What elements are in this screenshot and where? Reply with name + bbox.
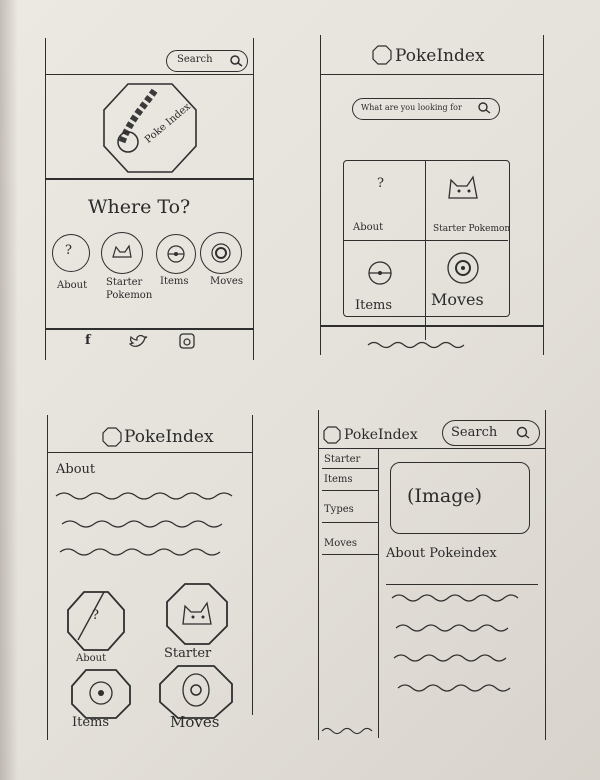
w1-nav-moves[interactable] bbox=[200, 232, 242, 274]
w4-about-heading: About Pokeindex bbox=[386, 546, 497, 561]
search-icon bbox=[478, 102, 491, 114]
pokeball-icon bbox=[182, 673, 210, 707]
w2-search-input[interactable]: What are you looking for bbox=[352, 98, 500, 120]
instagram-icon[interactable] bbox=[178, 332, 196, 350]
pokemon-icon bbox=[182, 601, 212, 625]
w2-footer-line bbox=[320, 325, 543, 327]
w2-footer-squiggle bbox=[367, 341, 465, 349]
w1-nav-label-about: About bbox=[57, 280, 88, 291]
w3-tile-items[interactable] bbox=[70, 668, 132, 720]
search-icon bbox=[516, 426, 530, 439]
w2-tile-label-items: Items bbox=[355, 298, 393, 313]
w3-tile-label-starter: Starter bbox=[164, 646, 212, 661]
w1-nav-items[interactable] bbox=[156, 234, 196, 274]
w4-sidebar-divider-2 bbox=[322, 490, 378, 491]
w3-right-border bbox=[252, 415, 253, 715]
w1-heading: Where To? bbox=[88, 196, 191, 218]
w1-nav-label-starter: Starter Pokemon bbox=[106, 277, 153, 301]
w1-top-bar-line bbox=[45, 74, 253, 75]
w4-sidebar-item-types[interactable]: Types bbox=[324, 504, 354, 515]
w1-search-label: Search bbox=[177, 54, 213, 65]
pokeball-icon bbox=[211, 243, 231, 263]
w4-image-placeholder: (Image) bbox=[390, 462, 530, 534]
w2-right-border bbox=[543, 35, 544, 355]
w4-sidebar-divider-4 bbox=[322, 554, 378, 555]
twitter-icon[interactable] bbox=[128, 334, 148, 350]
w1-footer-line bbox=[45, 328, 253, 330]
w4-search-box[interactable]: Search bbox=[442, 420, 540, 446]
question-icon: ? bbox=[65, 243, 72, 258]
w4-search-label: Search bbox=[451, 425, 498, 440]
pokeball-icon bbox=[368, 261, 392, 285]
w3-tile-about[interactable]: ? bbox=[66, 590, 126, 652]
w1-left-border bbox=[45, 38, 46, 360]
w3-text-squiggles bbox=[55, 492, 233, 556]
w4-header-line bbox=[318, 448, 545, 449]
w1-divider bbox=[45, 178, 253, 180]
w4-sidebar-item-starter[interactable]: Starter bbox=[324, 454, 360, 465]
w3-title: PokeIndex bbox=[124, 427, 214, 447]
w2-tile-items[interactable]: Items bbox=[343, 240, 425, 315]
w1-nav-label-items: Items bbox=[160, 276, 189, 287]
w2-logo-icon bbox=[372, 45, 392, 65]
w3-tile-label-moves: Moves bbox=[170, 713, 220, 731]
w4-sidebar-item-items[interactable]: Items bbox=[324, 474, 353, 485]
w1-nav-about[interactable]: ? bbox=[52, 234, 90, 272]
w1-search-box[interactable]: Search bbox=[166, 50, 248, 72]
w3-logo-icon bbox=[102, 427, 122, 447]
w2-left-border bbox=[320, 35, 321, 355]
w4-image-label: (Image) bbox=[407, 485, 483, 507]
w1-right-border bbox=[253, 38, 254, 360]
w2-tile-starter[interactable]: Starter Pokemon bbox=[425, 160, 511, 240]
w4-left-border bbox=[318, 410, 319, 740]
w4-sidebar-divider-1 bbox=[322, 468, 378, 469]
w2-tile-about[interactable]: ? About bbox=[343, 160, 425, 240]
pokemon-icon bbox=[112, 244, 132, 258]
search-icon bbox=[230, 55, 243, 67]
w4-sidebar-border bbox=[378, 448, 379, 738]
w2-tile-label-moves: Moves bbox=[431, 290, 484, 309]
w4-logo-icon bbox=[323, 426, 341, 444]
w1-logo bbox=[103, 83, 197, 173]
w4-sidebar-item-moves[interactable]: Moves bbox=[324, 538, 357, 549]
w4-title: PokeIndex bbox=[344, 427, 418, 443]
w2-header-line bbox=[320, 74, 543, 75]
w2-tile-label-starter: Starter Pokemon bbox=[433, 224, 511, 234]
pokemon-icon bbox=[448, 175, 478, 199]
w4-text-squiggles bbox=[391, 594, 519, 692]
w3-about-label: About bbox=[56, 462, 96, 477]
pokeball-icon bbox=[447, 252, 479, 284]
facebook-icon[interactable]: f bbox=[85, 333, 91, 348]
w2-search-placeholder: What are you looking for bbox=[361, 103, 462, 112]
w4-sidebar-divider-3 bbox=[322, 522, 378, 523]
pokeball-icon bbox=[167, 245, 185, 263]
w3-header-line bbox=[47, 452, 252, 453]
w2-tile-moves[interactable]: Moves bbox=[425, 240, 508, 315]
w3-tile-label-about: About bbox=[76, 653, 107, 664]
w1-nav-starter[interactable] bbox=[101, 232, 143, 274]
w4-about-divider bbox=[386, 584, 538, 585]
w2-title: PokeIndex bbox=[395, 46, 485, 66]
w3-tile-label-items: Items bbox=[72, 715, 110, 730]
w3-left-border bbox=[47, 415, 48, 740]
question-icon: ? bbox=[377, 176, 384, 191]
paper-edge-shadow bbox=[0, 0, 18, 780]
w4-right-border bbox=[545, 410, 546, 740]
w3-tile-moves[interactable] bbox=[158, 664, 234, 720]
w2-tile-label-about: About bbox=[353, 222, 384, 233]
question-icon: ? bbox=[92, 608, 99, 623]
w4-sidebar-squiggle bbox=[321, 727, 373, 735]
w3-tile-starter[interactable] bbox=[165, 582, 229, 646]
w1-nav-label-moves: Moves bbox=[210, 276, 243, 287]
pokeball-icon bbox=[89, 681, 113, 705]
